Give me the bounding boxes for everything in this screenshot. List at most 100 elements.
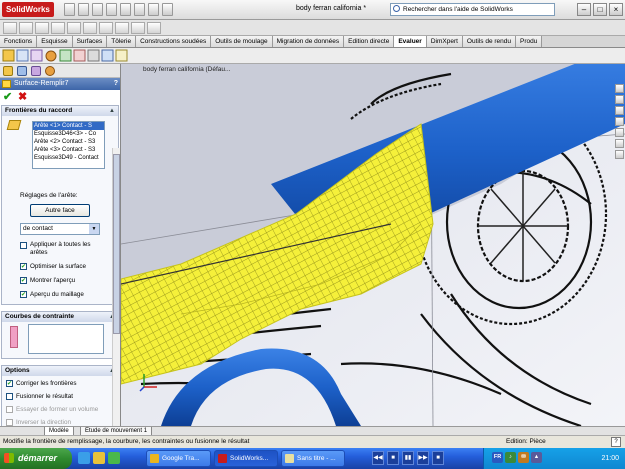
collapse-icon[interactable]: ▲ <box>109 106 115 116</box>
forward-button[interactable]: ▶▶ <box>417 451 429 465</box>
solidworks-logo[interactable]: SolidWorks <box>2 2 54 17</box>
tab-tolerie[interactable]: Tôlerie <box>107 36 137 47</box>
command-icon[interactable] <box>131 22 145 34</box>
boundary-section-header[interactable]: Frontières du raccord ▲ <box>2 106 118 116</box>
panel-tab-icons <box>0 64 120 78</box>
start-label: démarrer <box>18 453 58 463</box>
explorer-icon[interactable] <box>615 106 624 115</box>
close-button[interactable]: × <box>609 3 623 16</box>
list-item[interactable]: Arête <1> Contact - S <box>33 122 104 130</box>
tab-produ[interactable]: Produ <box>516 36 543 47</box>
media-icon[interactable] <box>108 452 120 464</box>
language-icon[interactable]: FR <box>492 452 503 463</box>
command-icon[interactable] <box>99 22 113 34</box>
folder-icon[interactable] <box>93 452 105 464</box>
pause-button[interactable]: ▮▮ <box>402 451 414 465</box>
tab-fonctions[interactable]: Fonctions <box>0 36 38 47</box>
print-icon[interactable] <box>106 3 117 16</box>
command-icon[interactable] <box>3 22 17 34</box>
command-icon[interactable] <box>115 22 129 34</box>
feature-tree-tab-icon[interactable] <box>3 66 13 76</box>
new-document-icon[interactable] <box>64 3 75 16</box>
constraint-curve-list[interactable] <box>28 324 104 354</box>
search-icon[interactable] <box>615 117 624 126</box>
solidworks-icon <box>218 454 227 463</box>
command-icon[interactable] <box>67 22 81 34</box>
viewport-breadcrumb[interactable]: body ferran california (Défau... <box>143 66 230 73</box>
mail-icon[interactable]: ✉ <box>518 452 529 463</box>
tab-esquisse[interactable]: Esquisse <box>37 36 73 47</box>
taskbar-task[interactable]: Google Tra... <box>146 450 211 467</box>
optimize-checkbox[interactable]: ✔ <box>20 263 27 270</box>
tab-outils-moulage[interactable]: Outils de moulage <box>211 36 273 47</box>
help-icon[interactable]: ? <box>114 78 118 90</box>
end-button[interactable]: ■ <box>432 451 444 465</box>
scrollbar-thumb[interactable] <box>113 154 120 334</box>
maximize-button[interactable]: □ <box>593 3 607 16</box>
custom-properties-icon[interactable] <box>615 150 624 159</box>
list-item[interactable]: Esquisse3D46<3> - Co <box>33 130 104 138</box>
options-icon[interactable] <box>162 3 173 16</box>
undo-icon[interactable] <box>120 3 131 16</box>
list-item[interactable]: Esquisse3D49 - Contact <box>33 154 104 162</box>
command-icon[interactable] <box>35 22 49 34</box>
fix-boundaries-checkbox[interactable]: ✔ <box>6 380 13 387</box>
merge-result-checkbox[interactable] <box>6 393 13 400</box>
options-section-header[interactable]: Options ▲ <box>2 366 118 376</box>
save-icon[interactable] <box>92 3 103 16</box>
feature-tree-icon <box>2 49 15 62</box>
tab-constructions-soudees[interactable]: Constructions soudées <box>136 36 212 47</box>
command-icon[interactable] <box>19 22 33 34</box>
panel-scrollbar[interactable] <box>112 148 120 426</box>
optimize-label: Optimiser la surface <box>30 263 86 270</box>
graphics-viewport[interactable]: body ferran california (Défau... <box>121 64 625 426</box>
list-item[interactable]: Arête <3> Contact - S3 <box>33 146 104 154</box>
other-face-button[interactable]: Autre face <box>30 204 90 217</box>
tab-edition-directe[interactable]: Edition directe <box>344 36 395 47</box>
property-tab-icon[interactable] <box>17 66 27 76</box>
taskbar-task[interactable]: Sans titre - ... <box>281 450 345 467</box>
list-item[interactable]: Arête <2> Contact - S3 <box>33 138 104 146</box>
command-icon[interactable] <box>147 22 161 34</box>
contact-type-select[interactable]: de contact ▼ <box>20 223 100 235</box>
constraint-section-header[interactable]: Courbes de contrainte ▲ <box>2 312 118 322</box>
tab-dimxpert[interactable]: DimXpert <box>426 36 463 47</box>
tab-surfaces[interactable]: Surfaces <box>72 36 108 47</box>
tab-evaluer[interactable]: Evaluer <box>394 36 427 47</box>
open-icon[interactable] <box>78 3 89 16</box>
library-icon[interactable] <box>615 95 624 104</box>
stop-button[interactable]: ■ <box>387 451 399 465</box>
configuration-tab-icon[interactable] <box>31 66 41 76</box>
help-search-input[interactable]: Rechercher dans l'aide de SolidWorks <box>390 3 555 16</box>
reverse-direction-checkbox[interactable] <box>6 419 13 426</box>
show-preview-checkbox[interactable]: ✔ <box>20 277 27 284</box>
boundary-edge-list[interactable]: Arête <1> Contact - S Esquisse3D46<3> - … <box>32 121 105 169</box>
mesh-preview-checkbox[interactable]: ✔ <box>20 291 27 298</box>
rebuild-icon[interactable] <box>148 3 159 16</box>
ie-icon[interactable] <box>78 452 90 464</box>
tab-migration-donnees[interactable]: Migration de données <box>272 36 345 47</box>
rewind-button[interactable]: ◀◀ <box>372 451 384 465</box>
tab-outils-rendu[interactable]: Outils de rendu <box>462 36 517 47</box>
command-icon[interactable] <box>51 22 65 34</box>
help-icon[interactable]: ? <box>611 437 621 447</box>
appearance-tab-icon[interactable] <box>45 66 55 76</box>
apply-all-checkbox[interactable] <box>20 242 27 249</box>
home-icon[interactable] <box>615 84 624 93</box>
try-solid-checkbox[interactable] <box>6 406 13 413</box>
cancel-button[interactable]: ✖ <box>18 92 27 103</box>
select-icon[interactable] <box>134 3 145 16</box>
palette-icon[interactable] <box>615 128 624 137</box>
task-label: Google Tra... <box>162 455 200 462</box>
ok-button[interactable]: ✔ <box>3 92 12 103</box>
display-icon <box>73 49 86 62</box>
network-icon[interactable]: ▲ <box>531 452 542 463</box>
merge-result-label: Fusionner le résultat <box>16 393 74 400</box>
command-icon[interactable] <box>83 22 97 34</box>
start-button[interactable]: démarrer <box>0 448 72 469</box>
edge-settings-label: Réglages de l'arête: <box>20 192 78 199</box>
minimize-button[interactable]: – <box>577 3 591 16</box>
volume-icon[interactable]: ♪ <box>505 452 516 463</box>
taskbar-task[interactable]: SolidWorks... <box>214 450 278 467</box>
appearance-icon[interactable] <box>615 139 624 148</box>
